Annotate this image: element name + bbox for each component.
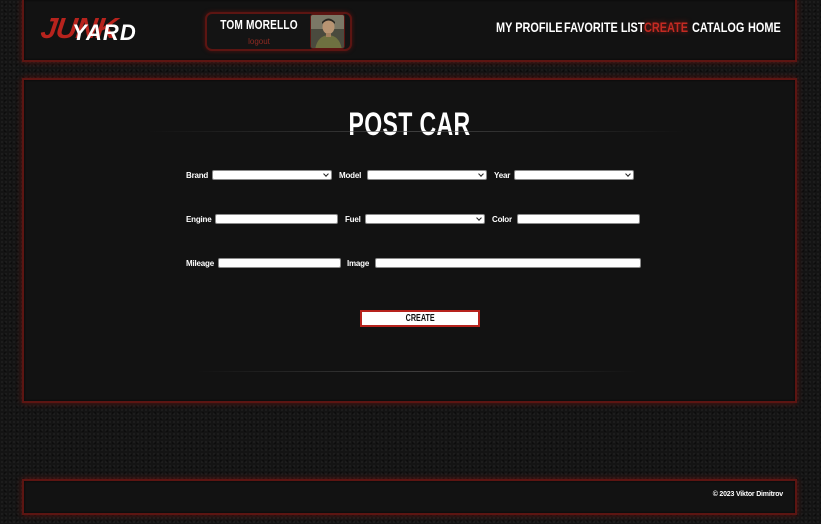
nav-create[interactable]: CREATE (644, 19, 688, 35)
copyright-text: © 2023 Viktor Dimitrov (712, 491, 783, 498)
brand-label: Brand (186, 171, 209, 180)
post-car-panel: POST CAR Brand Model Year Engine Fuel Co… (22, 78, 797, 403)
title-divider (146, 131, 686, 132)
nav-home[interactable]: HOME (748, 19, 781, 35)
image-label: Image (347, 259, 370, 268)
avatar (310, 14, 345, 49)
color-input[interactable] (517, 214, 640, 224)
fuel-label: Fuel (345, 215, 361, 224)
avatar-image (311, 15, 344, 48)
engine-label: Engine (186, 215, 212, 224)
mileage-input[interactable] (218, 258, 341, 268)
engine-input[interactable] (215, 214, 338, 224)
page-title: POST CAR (348, 106, 471, 142)
main-nav: MY PROFILE FAVORITE LIST CREATE CATALOG … (496, 19, 781, 35)
nav-my-profile[interactable]: MY PROFILE (496, 19, 563, 35)
logo-yard-text: YARD (72, 20, 137, 45)
header-bar: JUNK YARD TOM MORELLO logout MY PROFILE … (22, 0, 797, 62)
create-button[interactable]: CREATE (360, 310, 480, 327)
model-select[interactable] (367, 170, 487, 180)
brand-select[interactable] (212, 170, 332, 180)
color-label: Color (492, 215, 512, 224)
mileage-label: Mileage (186, 259, 214, 268)
create-button-label: CREATE (405, 313, 435, 324)
year-select[interactable] (514, 170, 634, 180)
fuel-select[interactable] (365, 214, 485, 224)
logout-link[interactable]: logout (207, 37, 311, 46)
nav-catalog[interactable]: CATALOG (692, 19, 744, 35)
nav-favorite-list[interactable]: FAVORITE LIST (564, 19, 644, 35)
footer-bar: © 2023 Viktor Dimitrov (22, 479, 797, 515)
form-bottom-divider (196, 371, 638, 372)
model-label: Model (339, 171, 362, 180)
year-label: Year (494, 171, 511, 180)
user-name: TOM MORELLO (220, 17, 298, 32)
image-input[interactable] (375, 258, 641, 268)
site-logo[interactable]: JUNK YARD (39, 11, 171, 47)
user-profile-box: TOM MORELLO logout (205, 12, 352, 51)
